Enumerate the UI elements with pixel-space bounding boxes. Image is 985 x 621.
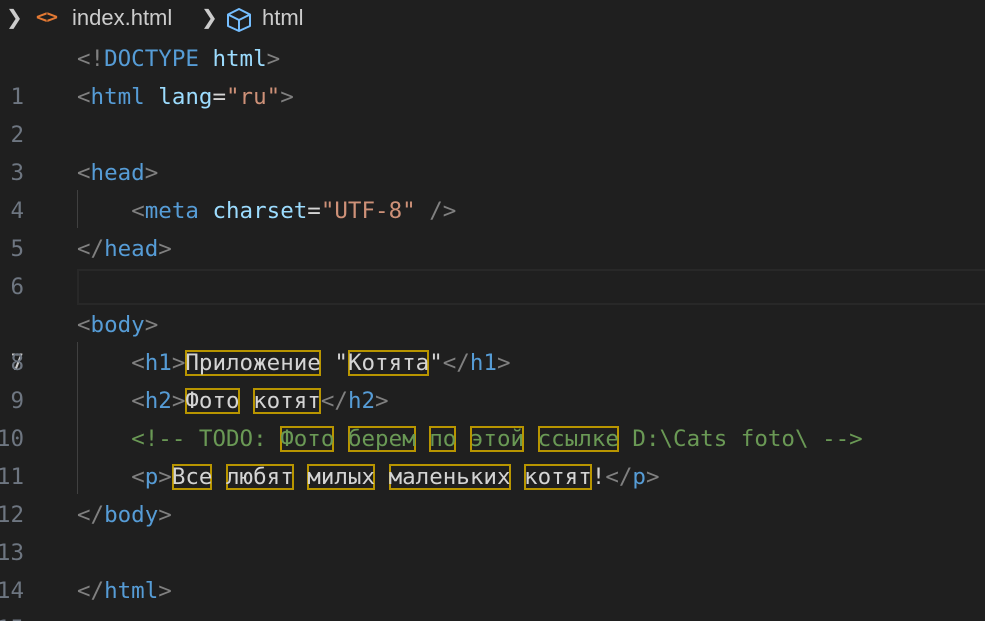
code-line[interactable]: 10 <h2>Фото котят</h2> xyxy=(0,382,985,452)
breadcrumb-file[interactable]: index.html xyxy=(72,5,172,31)
line-content[interactable]: </body> xyxy=(77,496,172,534)
code-line[interactable]: 12 <p>Все любят милых маленьких котят!</… xyxy=(0,458,985,528)
highlighted-word: Котята xyxy=(347,350,430,376)
chevron-right-icon: ❯ xyxy=(201,5,218,29)
line-content[interactable]: <!DOCTYPE html> xyxy=(77,40,280,78)
line-content[interactable]: <meta charset="UTF-8" /> xyxy=(77,192,456,230)
code-line[interactable]: 2 <html lang="ru"> xyxy=(0,78,985,148)
highlighted-word: маленьких xyxy=(388,464,511,490)
highlighted-word: по xyxy=(429,426,457,452)
line-content[interactable]: <head> xyxy=(77,154,158,192)
code-line[interactable]: 14 xyxy=(0,534,985,604)
line-content[interactable]: </html> xyxy=(77,572,172,610)
highlighted-word: любят xyxy=(226,464,294,490)
breadcrumb: ❯ <> index.html ❯ html xyxy=(0,0,985,38)
line-content[interactable]: <html lang="ru"> xyxy=(77,78,294,116)
line-content[interactable]: <h2>Фото котят</h2> xyxy=(77,382,388,420)
line-content[interactable]: <body> xyxy=(77,306,158,344)
line-content-comment[interactable]: <!-- TODO: Фото берем по этой ссылке D:\… xyxy=(77,420,863,458)
code-line-current[interactable]: 7 xyxy=(0,268,985,376)
highlighted-word: котят xyxy=(524,464,592,490)
breadcrumb-symbol[interactable]: html xyxy=(262,5,304,31)
line-content[interactable]: <h1>Приложение "Котята"</h1> xyxy=(77,344,510,382)
highlighted-word: берем xyxy=(347,426,416,452)
highlighted-word: котят xyxy=(253,388,321,414)
highlighted-word: милых xyxy=(307,464,376,490)
line-content[interactable]: </head> xyxy=(77,230,172,268)
html-file-icon: <> xyxy=(36,6,58,28)
code-line[interactable]: 13 </body> xyxy=(0,496,985,566)
highlighted-word: Все xyxy=(171,464,213,490)
highlighted-word: Фото xyxy=(185,388,240,414)
current-line-highlight xyxy=(77,269,985,305)
line-content[interactable]: <p>Все любят милых маленьких котят!</p> xyxy=(77,458,659,496)
line-number: 15 xyxy=(0,610,24,621)
cube-icon xyxy=(225,7,253,39)
code-line[interactable]: 6 </head> xyxy=(0,230,985,300)
highlighted-word: этой xyxy=(469,426,525,452)
code-line[interactable]: 15 </html> xyxy=(0,572,985,621)
highlighted-word: Приложение xyxy=(185,350,321,376)
code-line[interactable]: 11 <!-- TODO: Фото берем по этой ссылке … xyxy=(0,420,985,490)
code-line[interactable]: 4 <head> xyxy=(0,154,985,224)
code-line[interactable]: 5 <meta charset="UTF-8" /> xyxy=(0,192,985,262)
highlighted-word: Фото xyxy=(280,426,335,452)
code-line[interactable]: 9 <h1>Приложение "Котята"</h1> xyxy=(0,344,985,414)
code-lines[interactable]: 1 <!DOCTYPE html> 2 <html lang="ru"> 3 4… xyxy=(0,40,985,621)
code-line[interactable]: 3 xyxy=(0,116,985,186)
code-line[interactable]: 1 <!DOCTYPE html> xyxy=(0,40,985,110)
highlighted-word: ссылке xyxy=(537,426,619,452)
code-editor[interactable]: ❯ <> index.html ❯ html 1 <!DOCTYPE html>… xyxy=(0,0,985,621)
chevron-right-icon[interactable]: ❯ xyxy=(6,5,23,29)
code-line[interactable]: 8 <body> xyxy=(0,306,985,376)
